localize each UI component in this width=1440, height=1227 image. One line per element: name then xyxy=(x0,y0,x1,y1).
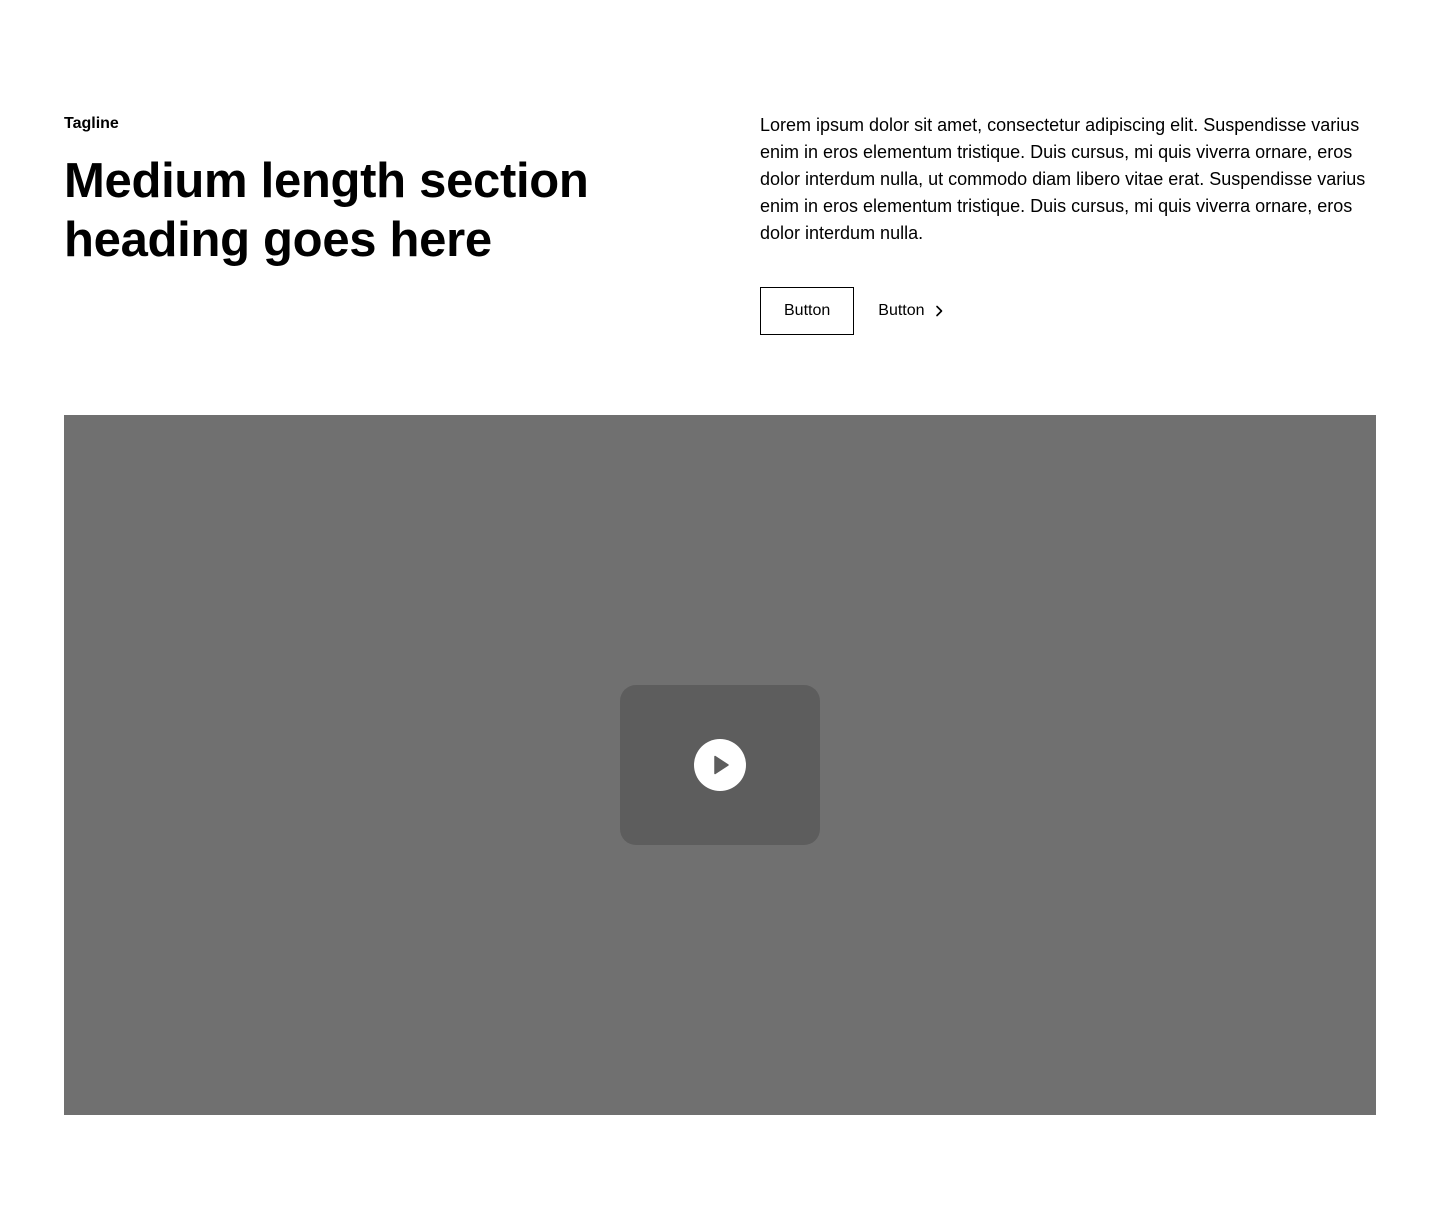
secondary-button-label: Button xyxy=(878,302,925,319)
layout-section: Tagline Medium length section heading go… xyxy=(0,0,1440,1227)
tagline: Tagline xyxy=(64,115,119,132)
play-icon xyxy=(694,739,746,791)
video-placeholder[interactable] xyxy=(64,415,1376,1115)
secondary-link-button[interactable]: Button xyxy=(878,287,946,335)
primary-button-label: Button xyxy=(784,302,831,319)
play-button[interactable] xyxy=(620,685,820,845)
chevron-right-icon xyxy=(931,303,947,319)
section-heading: Medium length section heading goes here xyxy=(64,154,589,267)
header-left-column: Tagline Medium length section heading go… xyxy=(64,112,624,335)
header-right-column: Lorem ipsum dolor sit amet, consectetur … xyxy=(760,112,1376,335)
section-description: Lorem ipsum dolor sit amet, consectetur … xyxy=(760,115,1366,243)
section-header: Tagline Medium length section heading go… xyxy=(64,112,1376,335)
primary-button[interactable]: Button xyxy=(760,287,855,335)
button-group: Button Button xyxy=(760,287,1376,335)
